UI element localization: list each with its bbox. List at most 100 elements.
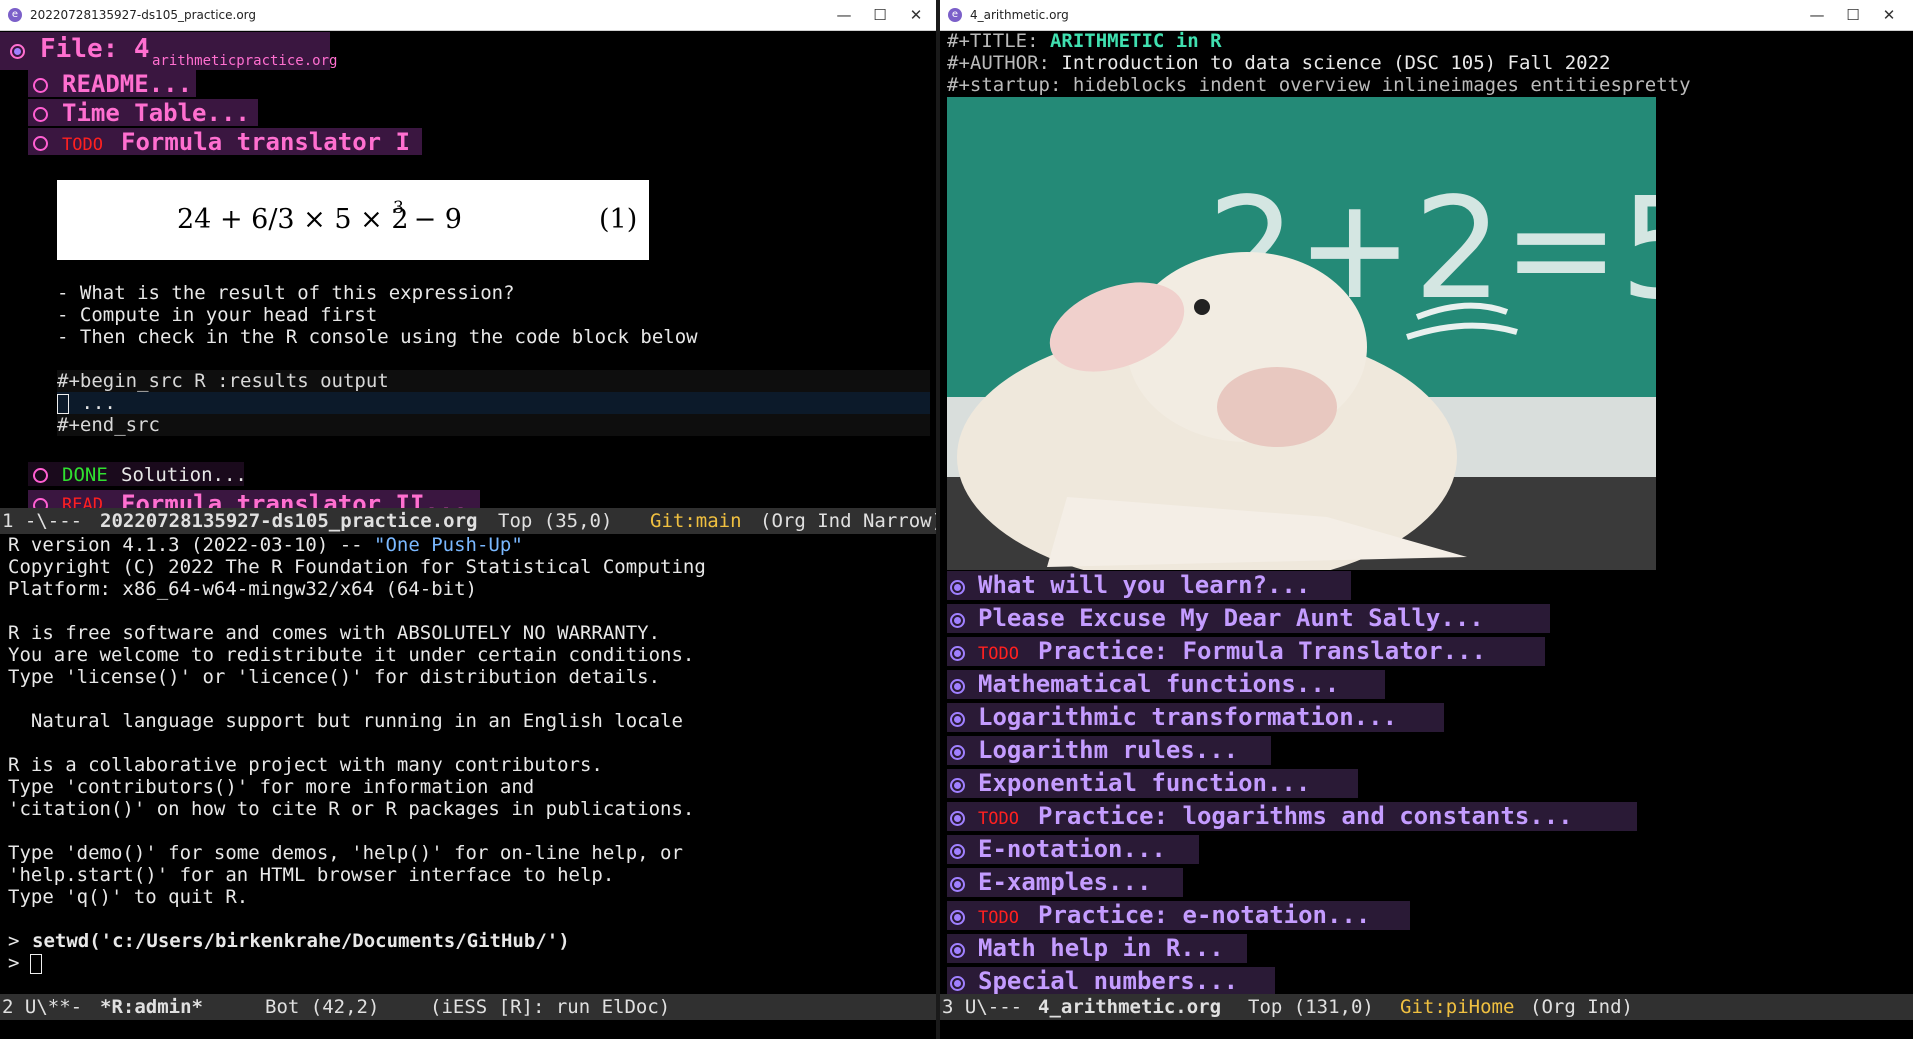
- heading-bullet-icon: [950, 580, 965, 595]
- modeline-git[interactable]: Git:main: [650, 508, 742, 534]
- minimize-button[interactable]: —: [824, 3, 864, 27]
- modeline-arithmetic[interactable]: 3 U\--- 4_arithmetic.org Top (131,0) Git…: [940, 994, 1913, 1020]
- r-console-pane[interactable]: R version 4.1.3 (2022-03-10) -- "One Pus…: [0, 534, 936, 994]
- heading-bullet-icon: [950, 712, 965, 727]
- heading-formula-translator-2[interactable]: Formula translator II...: [121, 490, 468, 508]
- bullet-line: - What is the result of this expression?: [57, 282, 515, 304]
- startup-line: #+startup: hideblocks indent overview in…: [947, 74, 1691, 96]
- author-keyword-line: #+AUTHOR: Introduction to data science (…: [947, 52, 1611, 74]
- modeline-position: Bot (42,2): [265, 996, 380, 1018]
- modeline-buffer-name[interactable]: *R:admin*: [100, 994, 203, 1020]
- heading-item[interactable]: Logarithm rules...: [978, 736, 1238, 764]
- left-titlebar: e 20220728135927-ds105_practice.org — ☐ …: [0, 0, 936, 31]
- modeline-position: Top (35,0): [498, 510, 613, 532]
- window-title: 20220728135927-ds105_practice.org: [30, 8, 257, 22]
- console-command[interactable]: setwd('c:/Users/birkenkrahe/Documents/Gi…: [32, 930, 570, 952]
- console-prompt: >: [8, 952, 20, 974]
- heading-item[interactable]: Practice: e-notation...: [1038, 901, 1370, 929]
- heading-item[interactable]: Practice: logarithms and constants...: [1038, 802, 1573, 830]
- modeline-mode[interactable]: (Org Ind): [1530, 994, 1633, 1020]
- heading-bullet-icon: [33, 498, 48, 508]
- minimize-button[interactable]: —: [1797, 3, 1837, 27]
- heading-item[interactable]: Practice: Formula Translator...: [1038, 637, 1486, 665]
- window-title: 4_arithmetic.org: [970, 8, 1069, 22]
- heading-item[interactable]: Please Excuse My Dear Aunt Sally...: [978, 604, 1484, 632]
- console-line: R version 4.1.3 (2022-03-10) -- "One Pus…: [8, 534, 523, 556]
- console-line: Copyright (C) 2022 The R Foundation for …: [8, 556, 706, 578]
- heading-item[interactable]: What will you learn?...: [978, 571, 1310, 599]
- console-line: 'citation()' on how to cite R or R packa…: [8, 798, 695, 820]
- todo-keyword: TODO: [62, 135, 103, 155]
- heading-formula-translator-1[interactable]: Formula translator I: [121, 128, 410, 156]
- heading-bullet-icon: [950, 745, 965, 760]
- heading-bullet-icon: [10, 44, 25, 59]
- console-line: Platform: x86_64-w64-mingw32/x64 (64-bit…: [8, 578, 477, 600]
- formula-number: (1): [599, 204, 638, 235]
- modeline-org[interactable]: 1 -\--- 20220728135927-ds105_practice.or…: [0, 508, 936, 534]
- modeline-r[interactable]: 2 U\**- *R:admin* Bot (42,2) (iESS [R]: …: [0, 994, 936, 1020]
- heading-bullet-icon: [950, 613, 965, 628]
- heading-item[interactable]: Exponential function...: [978, 769, 1310, 797]
- done-keyword: DONE: [62, 464, 108, 486]
- right-emacs-window: e 4_arithmetic.org — ☐ ✕ #+TITLE: ARITHM…: [940, 0, 1913, 1039]
- modeline-window-number: 1 -\---: [2, 510, 83, 532]
- heading-timetable[interactable]: Time Table...: [62, 99, 250, 127]
- heading-bullet-icon: [950, 811, 965, 826]
- modeline-mode[interactable]: (Org Ind Narrow): [760, 508, 936, 534]
- close-button[interactable]: ✕: [896, 3, 936, 27]
- org-buffer-pane[interactable]: File: 4 arithmeticpractice.org README...…: [0, 30, 936, 508]
- console-prompt: >: [8, 930, 20, 952]
- modeline-mode[interactable]: (iESS [R]: run ElDoc): [430, 994, 670, 1020]
- todo-keyword: TODO: [978, 644, 1019, 664]
- console-line: Type 'demo()' for some demos, 'help()' f…: [8, 842, 683, 864]
- heading-bullet-icon: [950, 976, 965, 991]
- file-heading[interactable]: File: 4: [40, 34, 150, 64]
- org-buffer-pane[interactable]: #+TITLE: ARITHMETIC in R #+AUTHOR: Intro…: [940, 30, 1913, 994]
- formula-expression: 24 + 6/3 × 5 × 2: [177, 204, 409, 235]
- right-titlebar: e 4_arithmetic.org — ☐ ✕: [940, 0, 1913, 31]
- heading-readme[interactable]: README...: [62, 70, 192, 98]
- formula-image: 24 + 6/3 × 5 × 2 3 − 9 (1): [57, 180, 649, 260]
- code-end: #+end_src: [57, 414, 160, 436]
- document-title: ARITHMETIC in R: [1049, 30, 1222, 52]
- modeline-buffer-name[interactable]: 4_arithmetic.org: [1038, 994, 1221, 1020]
- heading-bullet-icon: [33, 107, 48, 122]
- heading-bullet-icon: [950, 910, 965, 925]
- code-current-line: [57, 392, 930, 414]
- code-body[interactable]: ...: [70, 392, 115, 414]
- code-begin: #+begin_src R :results output: [57, 370, 389, 392]
- heading-item[interactable]: Logarithmic transformation...: [978, 703, 1397, 731]
- maximize-button[interactable]: ☐: [860, 3, 900, 27]
- console-line: 'help.start()' for an HTML browser inter…: [8, 864, 615, 886]
- inline-image-lamb: 2+2=5: [947, 97, 1656, 570]
- heading-item[interactable]: Math help in R...: [978, 934, 1224, 962]
- read-keyword: READ: [62, 495, 103, 508]
- lamb-image-svg: 2+2=5: [947, 97, 1656, 570]
- console-line: Type 'contributors()' for more informati…: [8, 776, 535, 798]
- bullet-line: - Then check in the R console using the …: [57, 326, 698, 348]
- close-button[interactable]: ✕: [1869, 3, 1909, 27]
- console-input-cursor[interactable]: [30, 954, 42, 974]
- heading-bullet-icon: [950, 646, 965, 661]
- modeline-window-number: 3 U\---: [942, 996, 1023, 1018]
- modeline-buffer-name[interactable]: 20220728135927-ds105_practice.org: [100, 508, 478, 534]
- heading-solution[interactable]: Solution...: [121, 464, 247, 486]
- title-keyword-line: #+TITLE: ARITHMETIC in R: [947, 30, 1222, 52]
- r-nickname: "One Push-Up": [374, 534, 523, 556]
- heading-item[interactable]: Mathematical functions...: [978, 670, 1339, 698]
- console-line: Type 'license()' or 'licence()' for dist…: [8, 666, 661, 688]
- console-line: You are welcome to redistribute it under…: [8, 644, 695, 666]
- heading-bullet-icon: [950, 778, 965, 793]
- heading-item[interactable]: E-notation...: [978, 835, 1166, 863]
- maximize-button[interactable]: ☐: [1833, 3, 1873, 27]
- emacs-icon: e: [948, 8, 962, 22]
- console-line: R is a collaborative project with many c…: [8, 754, 603, 776]
- heading-item[interactable]: E-xamples...: [978, 868, 1151, 896]
- heading-bullet-icon: [33, 468, 48, 483]
- heading-bullet-icon: [33, 136, 48, 151]
- formula-tail: − 9: [405, 204, 462, 235]
- modeline-git[interactable]: Git:piHome: [1400, 994, 1514, 1020]
- heading-bullet-icon: [950, 943, 965, 958]
- heading-item[interactable]: Special numbers...: [978, 967, 1238, 994]
- todo-keyword: TODO: [978, 809, 1019, 829]
